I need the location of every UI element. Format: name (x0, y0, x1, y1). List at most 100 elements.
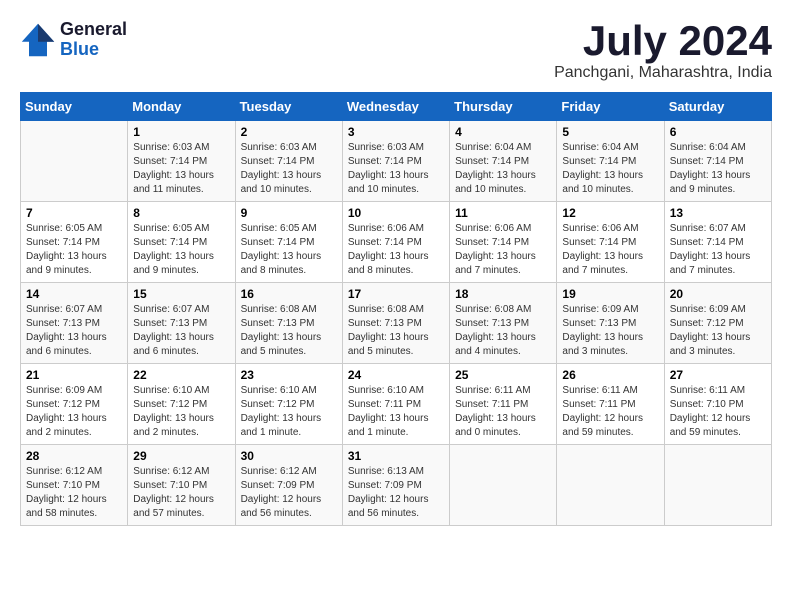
column-header-friday: Friday (557, 93, 664, 121)
column-header-tuesday: Tuesday (235, 93, 342, 121)
calendar-cell: 4 Sunrise: 6:04 AM Sunset: 7:14 PM Daylig… (450, 121, 557, 202)
day-info: Sunrise: 6:06 AM Sunset: 7:14 PM Dayligh… (455, 222, 551, 278)
title-block: July 2024 Panchgani, Maharashtra, India (554, 20, 772, 82)
calendar-cell (450, 445, 557, 526)
calendar-cell: 31 Sunrise: 6:13 AM Sunset: 7:09 PM Dayli… (342, 445, 449, 526)
day-info: Sunrise: 6:03 AM Sunset: 7:14 PM Dayligh… (241, 141, 337, 197)
day-info: Sunrise: 6:05 AM Sunset: 7:14 PM Dayligh… (133, 222, 229, 278)
calendar-cell: 30 Sunrise: 6:12 AM Sunset: 7:09 PM Dayli… (235, 445, 342, 526)
day-info: Sunrise: 6:12 AM Sunset: 7:09 PM Dayligh… (241, 465, 337, 521)
calendar-cell (21, 121, 128, 202)
calendar-table: SundayMondayTuesdayWednesdayThursdayFrid… (20, 92, 772, 526)
day-number: 25 (455, 368, 551, 382)
day-info: Sunrise: 6:11 AM Sunset: 7:10 PM Dayligh… (670, 384, 766, 440)
day-number: 1 (133, 125, 229, 139)
calendar-cell: 5 Sunrise: 6:04 AM Sunset: 7:14 PM Daylig… (557, 121, 664, 202)
calendar-cell: 7Sunrise: 6:05 AM Sunset: 7:14 PM Daylig… (21, 202, 128, 283)
calendar-cell: 9 Sunrise: 6:05 AM Sunset: 7:14 PM Daylig… (235, 202, 342, 283)
day-number: 27 (670, 368, 766, 382)
day-info: Sunrise: 6:04 AM Sunset: 7:14 PM Dayligh… (562, 141, 658, 197)
day-number: 17 (348, 287, 444, 301)
day-number: 3 (348, 125, 444, 139)
day-info: Sunrise: 6:07 AM Sunset: 7:13 PM Dayligh… (26, 303, 122, 359)
calendar-week-1: 1 Sunrise: 6:03 AM Sunset: 7:14 PM Daylig… (21, 121, 772, 202)
day-info: Sunrise: 6:10 AM Sunset: 7:11 PM Dayligh… (348, 384, 444, 440)
day-number: 11 (455, 206, 551, 220)
logo-text: General Blue (60, 20, 127, 60)
day-info: Sunrise: 6:08 AM Sunset: 7:13 PM Dayligh… (455, 303, 551, 359)
day-number: 18 (455, 287, 551, 301)
day-number: 5 (562, 125, 658, 139)
day-info: Sunrise: 6:06 AM Sunset: 7:14 PM Dayligh… (562, 222, 658, 278)
calendar-cell: 22 Sunrise: 6:10 AM Sunset: 7:12 PM Dayli… (128, 364, 235, 445)
day-number: 9 (241, 206, 337, 220)
day-number: 24 (348, 368, 444, 382)
day-info: Sunrise: 6:08 AM Sunset: 7:13 PM Dayligh… (348, 303, 444, 359)
calendar-cell: 6Sunrise: 6:04 AM Sunset: 7:14 PM Daylig… (664, 121, 771, 202)
day-number: 22 (133, 368, 229, 382)
day-number: 23 (241, 368, 337, 382)
calendar-cell: 11 Sunrise: 6:06 AM Sunset: 7:14 PM Dayli… (450, 202, 557, 283)
day-info: Sunrise: 6:12 AM Sunset: 7:10 PM Dayligh… (26, 465, 122, 521)
calendar-cell: 2 Sunrise: 6:03 AM Sunset: 7:14 PM Daylig… (235, 121, 342, 202)
calendar-cell: 17 Sunrise: 6:08 AM Sunset: 7:13 PM Dayli… (342, 283, 449, 364)
calendar-week-3: 14Sunrise: 6:07 AM Sunset: 7:13 PM Dayli… (21, 283, 772, 364)
calendar-cell: 23Sunrise: 6:10 AM Sunset: 7:12 PM Dayli… (235, 364, 342, 445)
calendar-cell (557, 445, 664, 526)
day-info: Sunrise: 6:12 AM Sunset: 7:10 PM Dayligh… (133, 465, 229, 521)
day-number: 8 (133, 206, 229, 220)
calendar-cell (664, 445, 771, 526)
calendar-cell: 29 Sunrise: 6:12 AM Sunset: 7:10 PM Dayli… (128, 445, 235, 526)
day-info: Sunrise: 6:08 AM Sunset: 7:13 PM Dayligh… (241, 303, 337, 359)
page-header: General Blue July 2024 Panchgani, Mahara… (20, 20, 772, 82)
day-number: 29 (133, 449, 229, 463)
day-info: Sunrise: 6:13 AM Sunset: 7:09 PM Dayligh… (348, 465, 444, 521)
day-info: Sunrise: 6:04 AM Sunset: 7:14 PM Dayligh… (455, 141, 551, 197)
day-number: 26 (562, 368, 658, 382)
calendar-cell: 10 Sunrise: 6:06 AM Sunset: 7:14 PM Dayli… (342, 202, 449, 283)
calendar-cell: 19Sunrise: 6:09 AM Sunset: 7:13 PM Dayli… (557, 283, 664, 364)
day-number: 12 (562, 206, 658, 220)
column-header-monday: Monday (128, 93, 235, 121)
day-info: Sunrise: 6:07 AM Sunset: 7:13 PM Dayligh… (133, 303, 229, 359)
day-number: 30 (241, 449, 337, 463)
day-number: 15 (133, 287, 229, 301)
location: Panchgani, Maharashtra, India (554, 64, 772, 82)
day-info: Sunrise: 6:03 AM Sunset: 7:14 PM Dayligh… (348, 141, 444, 197)
day-number: 13 (670, 206, 766, 220)
calendar-cell: 1 Sunrise: 6:03 AM Sunset: 7:14 PM Daylig… (128, 121, 235, 202)
day-info: Sunrise: 6:11 AM Sunset: 7:11 PM Dayligh… (562, 384, 658, 440)
calendar-cell: 24 Sunrise: 6:10 AM Sunset: 7:11 PM Dayli… (342, 364, 449, 445)
day-number: 4 (455, 125, 551, 139)
calendar-cell: 20Sunrise: 6:09 AM Sunset: 7:12 PM Dayli… (664, 283, 771, 364)
day-info: Sunrise: 6:09 AM Sunset: 7:12 PM Dayligh… (670, 303, 766, 359)
calendar-cell: 18 Sunrise: 6:08 AM Sunset: 7:13 PM Dayli… (450, 283, 557, 364)
calendar-cell: 27 Sunrise: 6:11 AM Sunset: 7:10 PM Dayli… (664, 364, 771, 445)
calendar-cell: 15 Sunrise: 6:07 AM Sunset: 7:13 PM Dayli… (128, 283, 235, 364)
calendar-cell: 28 Sunrise: 6:12 AM Sunset: 7:10 PM Dayli… (21, 445, 128, 526)
calendar-week-4: 21 Sunrise: 6:09 AM Sunset: 7:12 PM Dayli… (21, 364, 772, 445)
day-info: Sunrise: 6:10 AM Sunset: 7:12 PM Dayligh… (133, 384, 229, 440)
day-number: 28 (26, 449, 122, 463)
calendar-cell: 25Sunrise: 6:11 AM Sunset: 7:11 PM Dayli… (450, 364, 557, 445)
day-info: Sunrise: 6:05 AM Sunset: 7:14 PM Dayligh… (26, 222, 122, 278)
day-info: Sunrise: 6:07 AM Sunset: 7:14 PM Dayligh… (670, 222, 766, 278)
logo: General Blue (20, 20, 127, 60)
calendar-week-2: 7Sunrise: 6:05 AM Sunset: 7:14 PM Daylig… (21, 202, 772, 283)
calendar-week-5: 28 Sunrise: 6:12 AM Sunset: 7:10 PM Dayli… (21, 445, 772, 526)
calendar-cell: 26 Sunrise: 6:11 AM Sunset: 7:11 PM Dayli… (557, 364, 664, 445)
day-info: Sunrise: 6:04 AM Sunset: 7:14 PM Dayligh… (670, 141, 766, 197)
day-number: 2 (241, 125, 337, 139)
day-number: 19 (562, 287, 658, 301)
column-header-wednesday: Wednesday (342, 93, 449, 121)
day-number: 31 (348, 449, 444, 463)
calendar-cell: 3 Sunrise: 6:03 AM Sunset: 7:14 PM Daylig… (342, 121, 449, 202)
day-number: 21 (26, 368, 122, 382)
column-header-thursday: Thursday (450, 93, 557, 121)
day-info: Sunrise: 6:06 AM Sunset: 7:14 PM Dayligh… (348, 222, 444, 278)
month-title: July 2024 (554, 20, 772, 62)
day-info: Sunrise: 6:03 AM Sunset: 7:14 PM Dayligh… (133, 141, 229, 197)
day-info: Sunrise: 6:05 AM Sunset: 7:14 PM Dayligh… (241, 222, 337, 278)
day-number: 10 (348, 206, 444, 220)
day-info: Sunrise: 6:09 AM Sunset: 7:12 PM Dayligh… (26, 384, 122, 440)
